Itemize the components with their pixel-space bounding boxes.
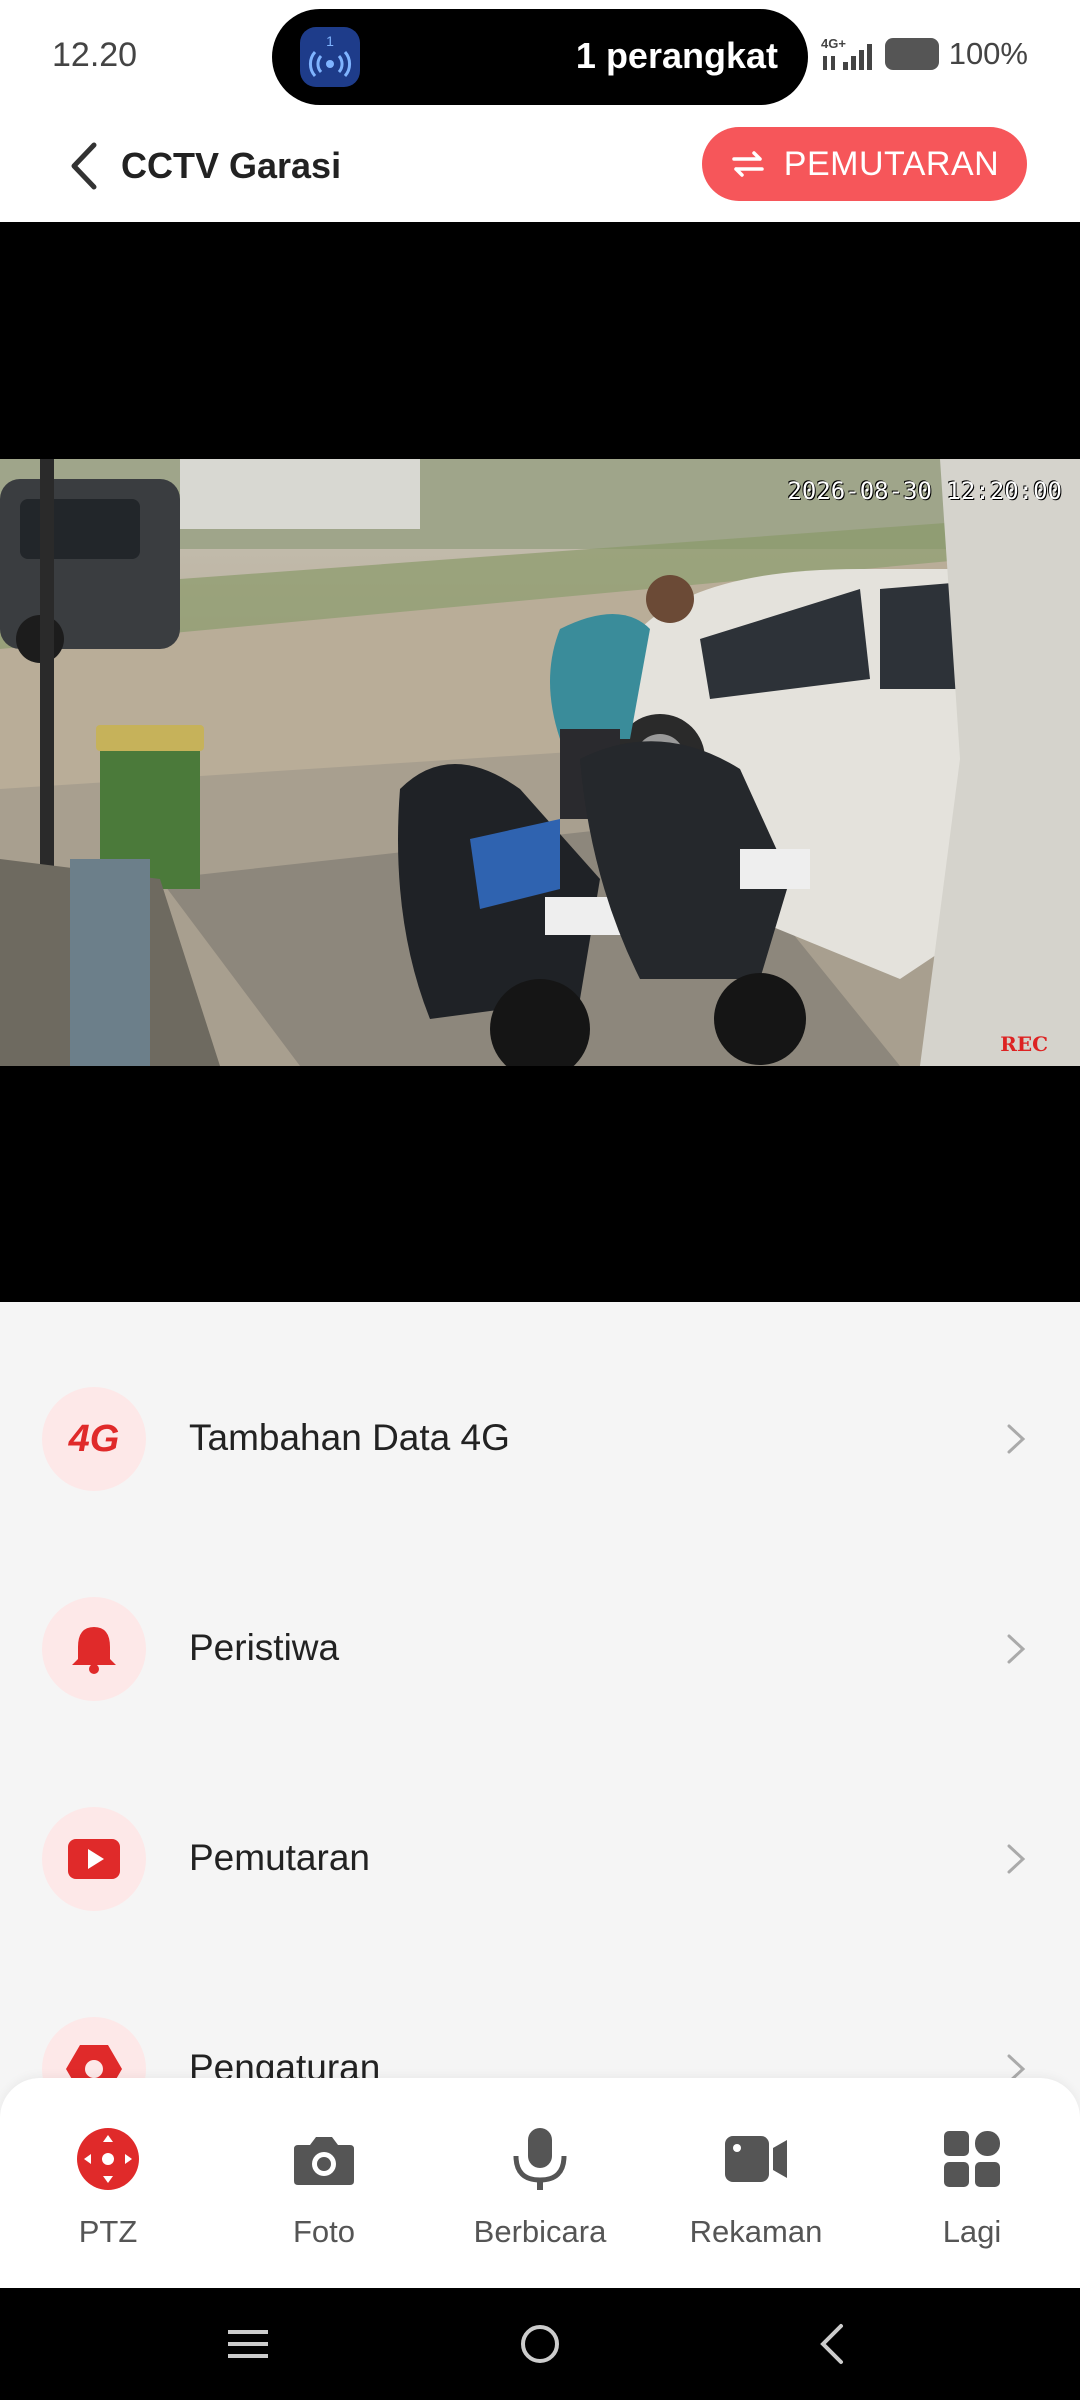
playback-button[interactable]: PEMUTARAN [702,127,1027,201]
camera-icon [289,2124,359,2194]
talk-label: Berbicara [473,2214,607,2249]
home-button[interactable] [500,2310,580,2378]
status-time: 12.20 [52,36,138,74]
ptz-button[interactable]: PTZ [0,2124,216,2274]
swap-icon [732,151,764,177]
recent-apps-button[interactable] [208,2310,288,2378]
system-nav-bar [0,2288,1080,2400]
bottom-toolbar: PTZ Foto Berbicara Rekaman Lagi [0,2078,1080,2288]
camera-scene [0,459,1080,1066]
playback-button-label: PEMUTARAN [783,144,1000,183]
system-back-button[interactable] [792,2310,872,2378]
battery-percent: 100% [948,36,1028,71]
menu-item-playback[interactable]: Pemutaran [0,1789,1080,1929]
ptz-label: PTZ [78,2214,138,2249]
video-player[interactable]: 2026-08-30 12:20:00 REC [0,222,1080,1302]
status-bar: 12.20 1 1 perangkat 4G+ 100% [0,0,1080,110]
back-button[interactable] [56,134,112,198]
4g-icon: 4G [42,1387,146,1491]
more-label: Lagi [942,2214,1002,2249]
page-title: CCTV Garasi [121,145,342,186]
photo-label: Foto [292,2214,356,2249]
camera-feed[interactable]: 2026-08-30 12:20:00 REC [0,459,1080,1066]
menu-item-4g-data[interactable]: 4G Tambahan Data 4G [0,1369,1080,1509]
chevron-right-icon [1007,1844,1026,1874]
4g-icon-text: 4G [68,1417,120,1460]
menu-item-events[interactable]: Peristiwa [0,1579,1080,1719]
record-label: Rekaman [689,2214,823,2249]
more-button[interactable]: Lagi [864,2124,1080,2274]
microphone-icon [505,2124,575,2194]
menu-lines-icon [228,2330,268,2358]
menu-item-label: Pemutaran [189,1837,370,1878]
grid-more-icon [937,2124,1007,2194]
chevron-left-icon [820,2324,843,2364]
video-record-icon [721,2124,791,2194]
play-video-icon [42,1807,146,1911]
ptz-icon [73,2124,143,2194]
network-type: 4G+ [821,36,846,51]
broadcast-icon: 1 [300,27,360,87]
battery-icon [884,38,939,70]
status-indicators: 4G+ 100% [821,36,1028,72]
home-circle-icon [521,2325,559,2363]
chevron-right-icon [1007,1424,1026,1454]
alarm-bell-icon [42,1597,146,1701]
photo-button[interactable]: Foto [216,2124,432,2274]
signal-icon: 4G+ [821,36,875,72]
video-timestamp: 2026-08-30 12:20:00 [787,477,1062,505]
talk-button[interactable]: Berbicara [432,2124,648,2274]
chevron-left-icon [71,142,97,190]
app-header: CCTV Garasi PEMUTARAN [0,110,1080,222]
record-button[interactable]: Rekaman [648,2124,864,2274]
menu-item-label: Tambahan Data 4G [189,1417,510,1458]
rec-indicator: REC [1000,1032,1048,1056]
dynamic-island[interactable]: 1 1 perangkat [272,9,808,105]
island-text: 1 perangkat [575,35,778,76]
island-badge: 1 [326,33,334,49]
menu-item-label: Peristiwa [189,1627,340,1668]
chevron-right-icon [1007,1634,1026,1664]
